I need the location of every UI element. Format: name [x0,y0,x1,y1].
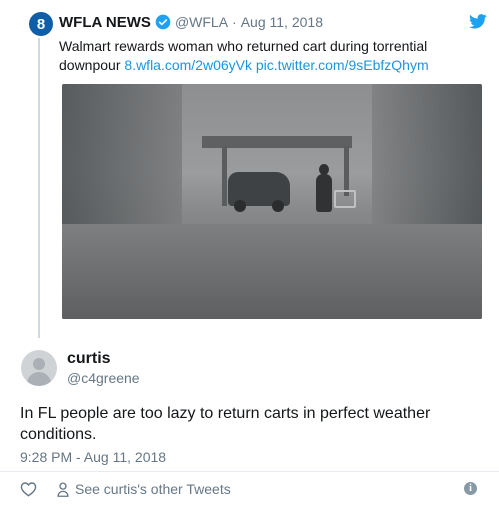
canopy-pillar [344,146,349,196]
shopping-cart [334,190,356,208]
author-name[interactable]: curtis [67,350,111,368]
author-handle[interactable]: @c4greene [67,370,140,386]
person-icon [57,481,69,497]
canopy-pillar [222,146,227,206]
person-figure [316,174,332,212]
media-link[interactable]: pic.twitter.com/9sEbfzQhym [256,57,429,73]
tweet-timestamp[interactable]: 9:28 PM - Aug 11, 2018 [20,449,166,465]
heart-icon[interactable] [20,481,37,497]
quoted-tweet-header: WFLA NEWS @WFLA · Aug 11, 2018 [59,11,323,33]
divider [0,471,499,472]
quoted-tweet-text: Walmart rewards woman who returned cart … [59,37,479,75]
see-other-tweets-button[interactable]: See curtis's other Tweets [57,481,231,497]
avatar-head [33,358,45,370]
article-link[interactable]: 8.wfla.com/2w06yVk [124,57,252,73]
twitter-bird-icon[interactable] [469,14,487,29]
header-separator: · [232,14,237,30]
avatar[interactable] [21,350,57,386]
wfla-avatar-text: 8 [36,15,46,33]
parking-lot [62,224,482,319]
verified-icon [155,14,171,30]
wfla-avatar[interactable]: 8 [29,12,53,36]
other-tweets-label: See curtis's other Tweets [75,481,231,497]
tweet-media-image[interactable] [62,84,482,319]
avatar-body [27,372,51,386]
quote-bar [38,38,40,338]
car-wheel [234,200,246,212]
info-icon[interactable]: i [464,482,477,495]
tweet-actions: See curtis's other Tweets [20,479,231,499]
quoted-author-handle[interactable]: @WFLA [175,14,228,30]
tweet-text: In FL people are too lazy to return cart… [20,405,431,443]
quoted-tweet[interactable]: 8 WFLA NEWS @WFLA · Aug 11, 2018 Walmart… [28,0,499,345]
info-glyph: i [469,483,472,494]
quoted-tweet-date[interactable]: Aug 11, 2018 [241,14,323,30]
quoted-author-name[interactable]: WFLA NEWS [59,14,151,31]
car-wheel [272,200,284,212]
